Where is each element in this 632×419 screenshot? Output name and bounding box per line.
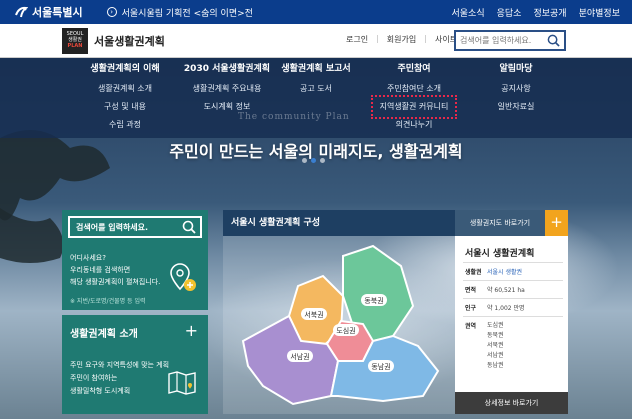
nav-column-notice: 알림마당 공지사항 일반자료실	[478, 58, 554, 116]
map-panel-title: 서울시 생활권계획 구성	[223, 210, 455, 236]
seoul-logo[interactable]: 서울특별시	[14, 4, 83, 20]
header-search	[454, 30, 566, 51]
region-label-seobuk: 서북권	[304, 310, 323, 319]
login-link[interactable]: 로그인	[346, 34, 368, 45]
plus-icon[interactable]: +	[545, 210, 568, 236]
region-label-seonam: 서남권	[290, 352, 309, 361]
seoul-map-svg: 동북권 서북권 도심권 서남권 동남권	[241, 244, 440, 406]
gov-link-news[interactable]: 서울소식	[452, 6, 485, 19]
separator: |	[424, 34, 427, 43]
info-key: 생활권	[463, 262, 485, 281]
map-shortcut-button[interactable]: 생활권지도 바로가기	[455, 210, 545, 236]
detail-info-button[interactable]: 상세정보 바로가기	[455, 392, 568, 414]
hero-slogan-english: The community Plan	[238, 112, 350, 122]
list-item: 도심권	[487, 322, 504, 329]
nav-sub-participant-intro[interactable]: 주민참여단 소개	[374, 80, 454, 98]
signup-link[interactable]: 회원가입	[387, 34, 416, 45]
site-header: SEOUL 생활권 PLAN 서울생활권계획 로그인 | 회원가입 | 사이트맵	[0, 24, 632, 58]
info-key: 면적	[463, 280, 485, 299]
location-pin-icon	[170, 263, 196, 291]
nav-sub-announcements[interactable]: 공지사항	[478, 80, 554, 98]
info-value: 서울시 생활권	[485, 262, 563, 281]
search-hint: ※ 지번/도로명/건물명 등 입력	[70, 298, 146, 305]
nav-sub-composition[interactable]: 구성 및 내용	[70, 98, 180, 116]
header-links: 로그인 | 회원가입 | 사이트맵	[346, 34, 464, 45]
desc-line: 생활밀착형 도시계획	[70, 387, 131, 395]
info-title: 서울시 생활권계획	[465, 249, 535, 259]
plan-info-card: 서울시 생활권계획 생활권 서울시 생활권 면적 약 60,521 ha 인구 …	[455, 236, 568, 414]
gov-link-field-info[interactable]: 분야별정보	[579, 6, 620, 19]
info-value: 약 1,002 만명	[485, 298, 563, 317]
folded-map-icon	[168, 371, 196, 395]
nav-menu-notice[interactable]: 알림마당	[478, 58, 554, 80]
region-label-dongbuk: 동북권	[364, 297, 383, 305]
plan-intro-description: 주민 요구와 지역특성에 맞는 계획 주민이 참여하는 생활밀착형 도시계획	[70, 359, 169, 398]
site-brand[interactable]: SEOUL 생활권 PLAN 서울생활권계획	[62, 28, 165, 54]
nav-sub-process[interactable]: 수립 과정	[70, 116, 180, 134]
nav-column-understanding: 생활권계획의 이해 생활권계획 소개 구성 및 내용 수립 과정	[70, 58, 180, 134]
neighborhood-search-label: 검색어를 입력하세요.	[76, 223, 149, 232]
ticker-play-icon[interactable]: ›	[106, 7, 117, 17]
neighborhood-question: 어디사세요? 우리동네를 검색하면 해당 생활권계획이 펼쳐집니다.	[70, 252, 160, 288]
table-row: 면적 약 60,521 ha	[463, 280, 563, 299]
badge-line3: PLAN	[67, 43, 83, 49]
nav-sub-intro[interactable]: 생활권계획 소개	[70, 80, 180, 98]
news-ticker-text: 서울시울림 기획전 <숨의 이면>전	[121, 8, 253, 19]
nav-menu-understanding[interactable]: 생활권계획의 이해	[70, 58, 180, 80]
plan-intro-title: 생활권계획 소개	[70, 329, 138, 340]
info-table: 생활권 서울시 생활권 면적 약 60,521 ha 인구 약 1,002 만명…	[463, 262, 563, 375]
nav-menu-participation[interactable]: 주민참여	[374, 58, 454, 80]
gov-link-eungdapso[interactable]: 응답소	[497, 6, 522, 19]
carousel-dot[interactable]	[320, 158, 325, 163]
search-icon[interactable]	[547, 34, 560, 47]
table-row: 권역 도심권 동북권 서북권 서남권 동남권	[463, 316, 563, 375]
table-row: 인구 약 1,002 만명	[463, 298, 563, 317]
site-name: 서울생활권계획	[94, 35, 165, 48]
neighborhood-search-box: 검색어를 입력하세요. 어디사세요? 우리동네를 검색하면 해당 생활권계획이 …	[62, 210, 208, 310]
seoul-logo-icon	[15, 6, 28, 18]
region-label-dongnam: 동남권	[371, 362, 390, 371]
list-item: 동남권	[487, 362, 504, 369]
gov-links: 서울소식 응답소 정보공개 분야별정보	[452, 0, 621, 24]
nav-sub-community[interactable]: 지역생활권 커뮤니티	[371, 95, 457, 119]
nav-menu-report[interactable]: 생활권계획 보고서	[266, 58, 366, 80]
question-line: 어디사세요?	[70, 254, 106, 262]
info-key: 권역	[463, 316, 485, 375]
separator: |	[376, 34, 379, 43]
info-region-list: 도심권 동북권 서북권 서남권 동남권	[485, 316, 563, 375]
list-item: 서북권	[487, 342, 504, 349]
info-key: 인구	[463, 298, 485, 317]
seoul-logo-text: 서울특별시	[32, 6, 83, 19]
plan-intro-box[interactable]: 생활권계획 소개 + 주민 요구와 지역특성에 맞는 계획 주민이 참여하는 생…	[62, 315, 208, 414]
gov-link-info-disclosure[interactable]: 정보공개	[533, 6, 566, 19]
plus-icon[interactable]: +	[185, 321, 198, 340]
main-navigation: 생활권계획의 이해 생활권계획 소개 구성 및 내용 수립 과정 2030 서울…	[0, 58, 632, 138]
list-item: 동북권	[487, 332, 504, 339]
list-item: 서남권	[487, 352, 504, 359]
nav-column-participation: 주민참여 주민참여단 소개 지역생활권 커뮤니티 의견나누기	[371, 58, 457, 134]
question-line: 우리동네를 검색하면	[70, 266, 131, 274]
desc-line: 주민 요구와 지역특성에 맞는 계획	[70, 361, 170, 369]
nav-sub-general-archive[interactable]: 일반자료실	[478, 98, 554, 116]
table-row: 생활권 서울시 생활권	[463, 262, 563, 281]
news-ticker[interactable]: › 서울시울림 기획전 <숨의 이면>전	[106, 6, 253, 19]
seoul-gov-bar: 서울특별시 › 서울시울림 기획전 <숨의 이면>전 서울소식 응답소 정보공개…	[0, 0, 632, 24]
carousel-dot[interactable]	[302, 158, 307, 163]
nav-sub-notice-docs[interactable]: 공고 도서	[266, 80, 366, 98]
carousel-indicators	[302, 158, 325, 163]
info-value: 약 60,521 ha	[485, 280, 563, 299]
desc-line: 주민이 참여하는	[70, 374, 118, 382]
region-label-dosim: 도심권	[336, 326, 355, 335]
question-line: 해당 생활권계획이 펼쳐집니다.	[70, 278, 161, 286]
carousel-dot-active[interactable]	[311, 158, 316, 163]
neighborhood-search-field[interactable]: 검색어를 입력하세요.	[68, 216, 202, 238]
seoul-region-map: 동북권 서북권 도심권 서남권 동남권	[223, 236, 455, 414]
search-icon[interactable]	[182, 220, 196, 234]
site-badge-logo: SEOUL 생활권 PLAN	[62, 28, 88, 54]
nav-column-report: 생활권계획 보고서 공고 도서	[266, 58, 366, 98]
header-search-input[interactable]	[460, 32, 548, 49]
nav-sub-opinion[interactable]: 의견나누기	[374, 116, 454, 134]
